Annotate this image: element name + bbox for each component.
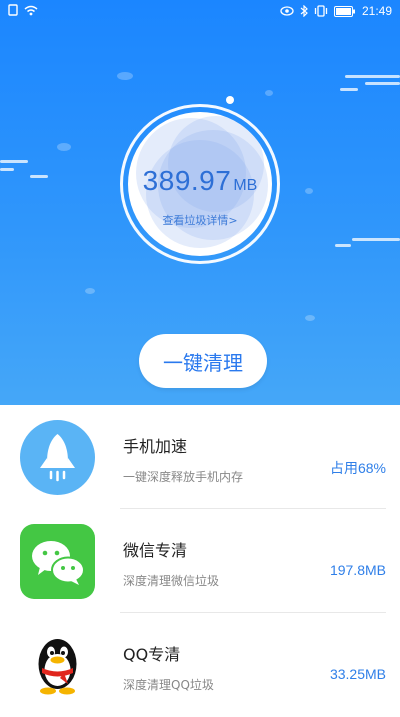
decor-streak <box>340 88 358 91</box>
qq-penguin-icon <box>20 628 95 703</box>
junk-size-display: 389.97 MB <box>128 165 272 197</box>
decor-streak <box>30 175 48 178</box>
item-subtitle: 深度清理微信垃圾 <box>123 574 220 588</box>
item-value: 33.25MB <box>329 666 386 682</box>
list-item-phone-boost[interactable]: 手机加速 一键深度释放手机内存 占用68% <box>0 405 400 509</box>
decor-dot <box>265 90 273 96</box>
bluetooth-icon <box>300 5 308 17</box>
status-time: 21:49 <box>361 4 392 18</box>
list-item-wechat-clean[interactable]: 微信专清 深度清理微信垃圾 197.8MB <box>0 509 400 613</box>
junk-size-value: 389.97 <box>142 165 232 196</box>
decor-dot <box>305 188 313 194</box>
vibrate-icon <box>314 5 328 17</box>
decor-dot <box>57 143 71 151</box>
rocket-icon <box>20 420 95 495</box>
junk-size-unit: MB <box>233 177 258 194</box>
list-item-qq-clean[interactable]: QQ专清 深度清理QQ垃圾 33.25MB <box>0 613 400 717</box>
decor-streak <box>0 168 14 171</box>
status-bar: 21:49 <box>0 0 400 24</box>
feature-list: 手机加速 一键深度释放手机内存 占用68% 微信专清 深度清理微信垃圾 197.… <box>0 405 400 717</box>
item-value: 占用68% <box>329 460 386 476</box>
decor-streak <box>345 75 400 78</box>
item-subtitle: 一键深度释放手机内存 <box>123 470 244 484</box>
decor-dot <box>85 288 95 294</box>
eye-icon <box>280 6 294 16</box>
item-title: 手机加速 <box>123 437 188 456</box>
gauge-progress-dot <box>226 96 234 104</box>
view-junk-detail-link[interactable]: 查看垃圾详情> <box>128 212 272 228</box>
item-title: QQ专清 <box>123 645 181 664</box>
item-subtitle: 深度清理QQ垃圾 <box>123 678 214 692</box>
notification-icon <box>8 4 18 16</box>
battery-icon <box>333 5 355 17</box>
gauge-blob <box>168 116 264 212</box>
item-value: 197.8MB <box>329 562 386 578</box>
wifi-icon <box>24 5 38 15</box>
decor-streak <box>365 82 400 85</box>
decor-dot <box>305 315 315 321</box>
decor-streak <box>0 160 28 163</box>
decor-dot <box>117 72 133 80</box>
decor-streak <box>352 238 400 241</box>
hero-panel: 21:49 389.97 MB 查看垃圾详情> 一键清理 <box>0 0 400 405</box>
one-click-clean-button[interactable]: 一键清理 <box>139 334 267 388</box>
wechat-icon <box>20 524 95 599</box>
item-title: 微信专清 <box>123 541 188 560</box>
decor-streak <box>335 244 351 247</box>
